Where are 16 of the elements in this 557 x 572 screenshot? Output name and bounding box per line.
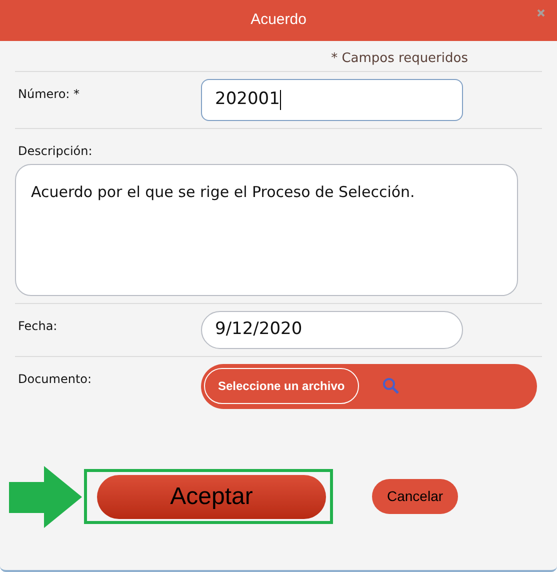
cancel-button[interactable]: Cancelar (372, 479, 458, 514)
required-fields-note: * Campos requeridos (331, 50, 468, 68)
choose-file-button[interactable]: Seleccione un archivo (204, 368, 359, 404)
file-picker[interactable]: Seleccione un archivo (201, 364, 537, 408)
arrow-icon (9, 466, 82, 528)
close-icon[interactable] (537, 9, 545, 17)
field-label: Descripción: (18, 142, 94, 160)
number-field[interactable]: 202001 (201, 78, 463, 120)
date-field[interactable]: 9/12/2020 (201, 310, 463, 348)
search-icon[interactable] (382, 377, 400, 395)
description-field[interactable]: Acuerdo por el que se rige el Proceso de Selección. (15, 164, 518, 296)
window-title: Acuerdo (250, 10, 306, 30)
field-label: Documento: (18, 370, 93, 388)
field-label: Número: * (18, 86, 81, 102)
field-label: Fecha: (18, 318, 58, 334)
accept-button[interactable]: Aceptar (97, 474, 326, 518)
